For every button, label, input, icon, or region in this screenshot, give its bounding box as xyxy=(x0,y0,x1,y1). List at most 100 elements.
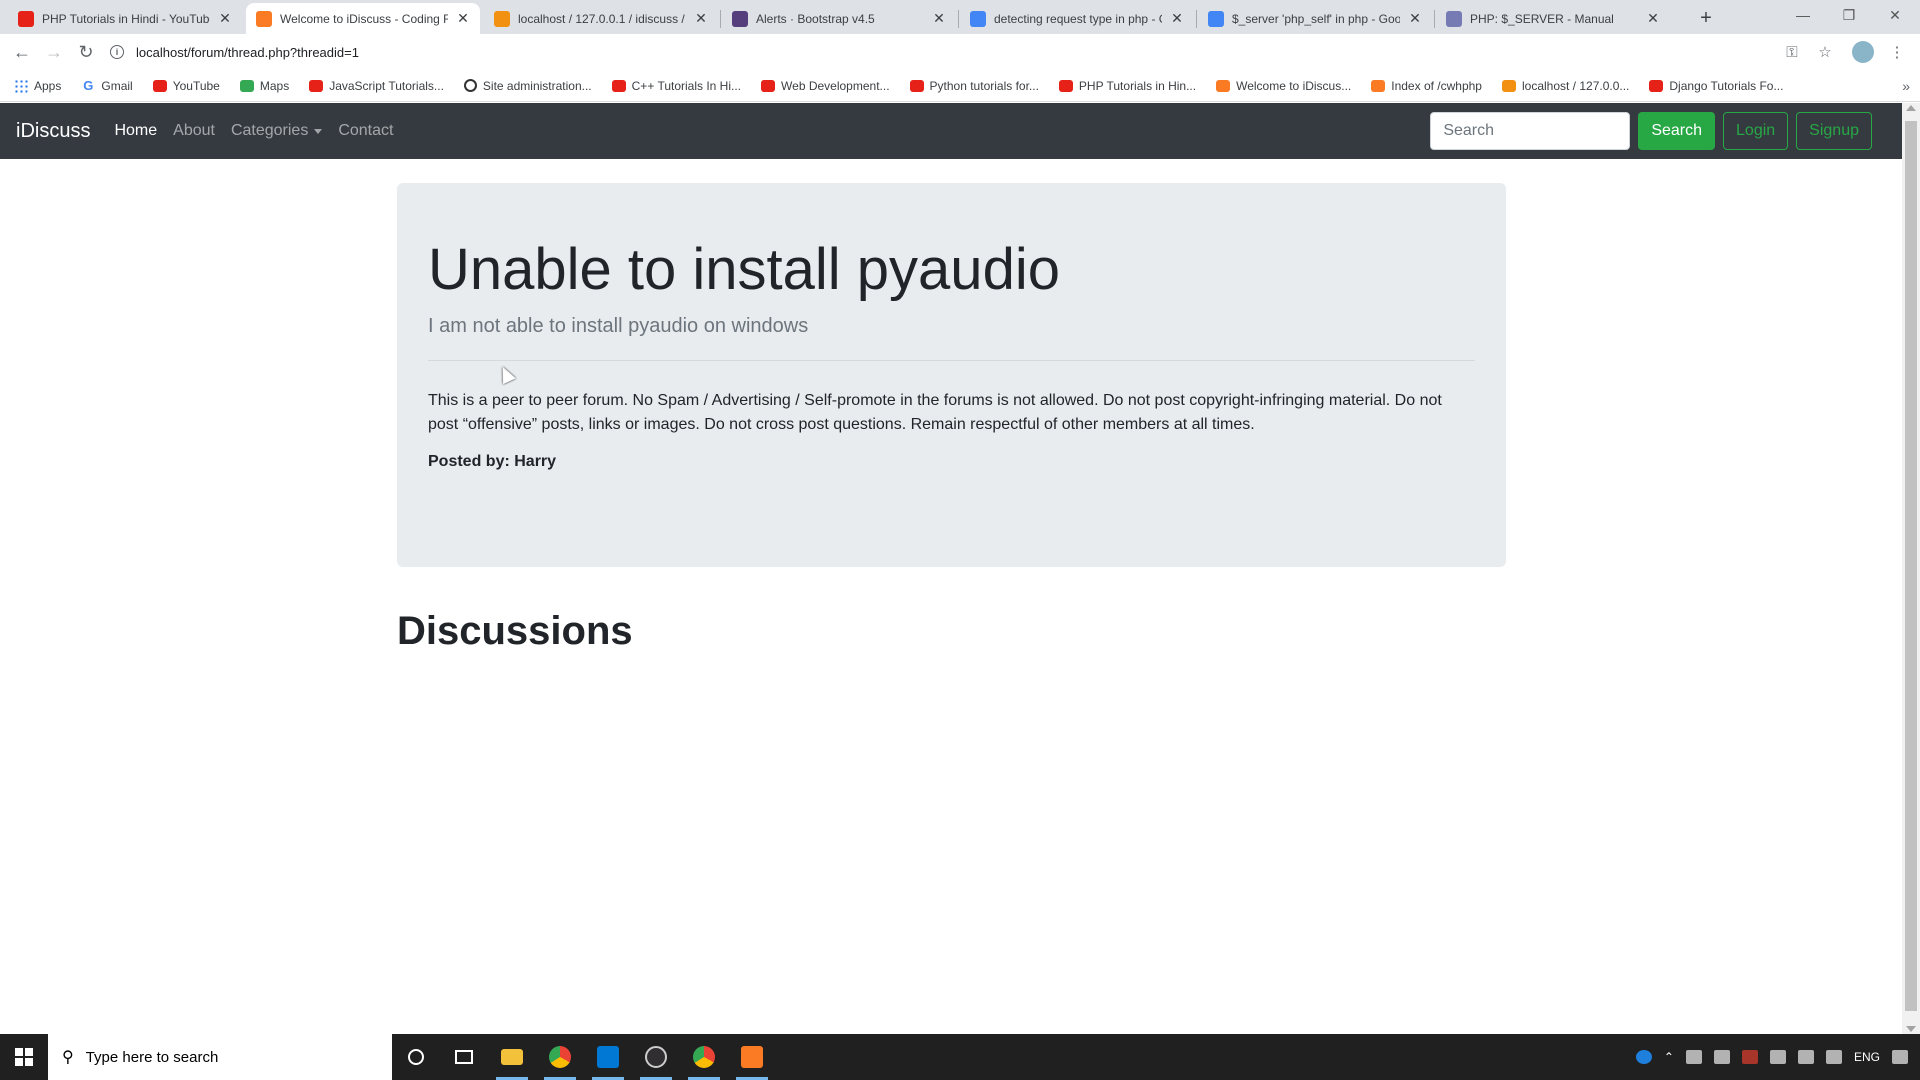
navbar-actions: Search Login Signup xyxy=(1430,112,1872,150)
bookmark-item[interactable]: G Gmail xyxy=(81,78,132,93)
tab-title: PHP Tutorials in Hindi - YouTube xyxy=(42,11,210,26)
nav-home[interactable]: Home xyxy=(114,122,157,140)
page-scrollbar[interactable] xyxy=(1902,103,1920,1034)
nav-categories-dropdown[interactable]: Categories xyxy=(230,122,323,140)
bookmark-label: Web Development... xyxy=(781,78,890,93)
new-tab-button[interactable]: + xyxy=(1692,5,1720,31)
start-button[interactable] xyxy=(0,1034,48,1080)
tab-title: Welcome to iDiscuss - Coding Fo xyxy=(280,11,448,26)
tab-title: localhost / 127.0.0.1 / idiscuss / t xyxy=(518,11,686,26)
windows-taskbar: ⚲ Type here to search ⌃ ENG xyxy=(0,1034,1920,1080)
profile-avatar[interactable] xyxy=(1850,39,1876,65)
notification-icon[interactable] xyxy=(1892,1050,1908,1064)
microphone-icon[interactable] xyxy=(1685,1050,1702,1064)
signup-button[interactable]: Signup xyxy=(1796,112,1872,150)
bookmark-item[interactable]: JavaScript Tutorials... xyxy=(309,79,444,93)
browser-toolbar: ← → ↻ i localhost/forum/thread.php?threa… xyxy=(0,34,1920,70)
pen-icon[interactable] xyxy=(1825,1050,1842,1064)
windows-logo-icon xyxy=(15,1048,33,1066)
info-icon[interactable]: i xyxy=(110,45,124,59)
browser-tab[interactable]: $_server 'php_self' in php - Goog ✕ xyxy=(1198,3,1432,34)
bookmark-item[interactable]: Apps xyxy=(14,78,61,93)
bookmark-item[interactable]: localhost / 127.0.0... xyxy=(1501,79,1629,93)
bookmark-item[interactable]: PHP Tutorials in Hin... xyxy=(1058,79,1196,93)
bookmark-xampp-icon xyxy=(1371,79,1386,92)
nav-contact[interactable]: Contact xyxy=(338,122,393,140)
browser-tab[interactable]: Welcome to iDiscuss - Coding Fo ✕ xyxy=(246,3,480,34)
tab-close-icon[interactable]: ✕ xyxy=(932,10,946,27)
more-bookmarks-icon[interactable]: » xyxy=(1902,78,1910,94)
youtube-icon xyxy=(18,10,34,27)
bookmark-yt-icon xyxy=(611,79,626,92)
forward-icon[interactable]: → xyxy=(40,39,68,65)
thread-jumbotron: Unable to install pyaudio I am not able … xyxy=(397,183,1506,567)
antivirus-icon[interactable] xyxy=(1741,1050,1758,1064)
address-bar[interactable]: i localhost/forum/thread.php?threadid=1 xyxy=(110,38,1790,66)
tab-title: PHP: $_SERVER - Manual xyxy=(1470,11,1614,26)
taskbar-search[interactable]: ⚲ Type here to search xyxy=(48,1034,392,1080)
search-button[interactable]: Search xyxy=(1638,112,1716,150)
bookmark-label: Django Tutorials Fo... xyxy=(1669,78,1784,93)
search-input[interactable] xyxy=(1430,112,1631,150)
url-text[interactable]: localhost/forum/thread.php?threadid=1 xyxy=(136,45,359,60)
bookmark-yt-icon xyxy=(761,79,776,92)
wifi-icon[interactable] xyxy=(1797,1050,1814,1064)
bookmark-item[interactable]: Maps xyxy=(239,79,289,93)
battery-icon[interactable] xyxy=(1713,1050,1730,1064)
bookmark-item[interactable]: Site administration... xyxy=(463,78,592,93)
bookmark-item[interactable]: Django Tutorials Fo... xyxy=(1649,79,1783,93)
back-icon[interactable]: ← xyxy=(8,39,36,65)
key-icon[interactable]: ⚿ xyxy=(1779,39,1805,65)
obs-icon[interactable] xyxy=(632,1034,680,1080)
scroll-thumb[interactable] xyxy=(1905,121,1917,1011)
tab-close-icon[interactable]: ✕ xyxy=(1170,10,1184,27)
browser-tab[interactable]: PHP Tutorials in Hindi - YouTube ✕ xyxy=(8,3,242,34)
bookmark-yt-icon xyxy=(909,79,924,92)
bookmark-item[interactable]: Index of /cwhphp xyxy=(1371,79,1482,93)
chrome-icon[interactable] xyxy=(536,1034,584,1080)
browser-tab[interactable]: PHP: $_SERVER - Manual ✕ xyxy=(1436,3,1670,34)
tab-close-icon[interactable]: ✕ xyxy=(456,10,470,27)
google-icon xyxy=(970,10,986,27)
browser-tab[interactable]: localhost / 127.0.0.1 / idiscuss / t ✕ xyxy=(484,3,718,34)
help-icon[interactable] xyxy=(1635,1050,1652,1064)
chrome-profile-icon[interactable] xyxy=(680,1034,728,1080)
bookmark-item[interactable]: Web Development... xyxy=(761,79,890,93)
language-indicator[interactable]: ENG xyxy=(1854,1050,1880,1064)
restore-button[interactable]: ❐ xyxy=(1826,0,1872,30)
task-view-icon[interactable] xyxy=(440,1034,488,1080)
close-window-button[interactable]: ✕ xyxy=(1872,0,1918,30)
bookmark-item[interactable]: C++ Tutorials In Hi... xyxy=(611,79,741,93)
bookmark-item[interactable]: Welcome to iDiscus... xyxy=(1216,79,1351,93)
file-explorer-icon[interactable] xyxy=(488,1034,536,1080)
nav-categories-label: Categories xyxy=(230,122,309,139)
bookmark-star-icon[interactable]: ☆ xyxy=(1812,39,1838,65)
tab-close-icon[interactable]: ✕ xyxy=(218,10,232,27)
scroll-up-icon[interactable] xyxy=(1906,105,1916,111)
minimize-button[interactable]: — xyxy=(1780,0,1826,30)
page-content: Unable to install pyaudio I am not able … xyxy=(0,159,1902,1034)
bookmark-item[interactable]: Python tutorials for... xyxy=(909,78,1039,93)
nav-about[interactable]: About xyxy=(173,122,215,140)
bootstrap-icon xyxy=(732,10,748,27)
tab-title: Alerts · Bootstrap v4.5 xyxy=(756,11,875,26)
menu-icon[interactable]: ⋮ xyxy=(1884,39,1910,65)
browser-tab[interactable]: detecting request type in php - G ✕ xyxy=(960,3,1194,34)
bookmark-label: Python tutorials for... xyxy=(929,78,1039,93)
cortana-icon[interactable] xyxy=(392,1034,440,1080)
scroll-down-icon[interactable] xyxy=(1906,1026,1916,1032)
tab-close-icon[interactable]: ✕ xyxy=(694,10,708,27)
bookmark-item[interactable]: YouTube xyxy=(152,79,220,93)
browser-tab[interactable]: Alerts · Bootstrap v4.5 ✕ xyxy=(722,3,956,34)
vscode-icon[interactable] xyxy=(584,1034,632,1080)
tab-close-icon[interactable]: ✕ xyxy=(1646,10,1660,27)
xampp-icon[interactable] xyxy=(728,1034,776,1080)
tab-close-icon[interactable]: ✕ xyxy=(1408,10,1422,27)
bookmark-label: Site administration... xyxy=(482,78,592,93)
login-button[interactable]: Login xyxy=(1723,112,1789,150)
show-hidden-icons[interactable]: ⌃ xyxy=(1664,1050,1674,1064)
volume-icon[interactable] xyxy=(1769,1050,1786,1064)
brand-logo[interactable]: iDiscuss xyxy=(16,120,90,143)
reload-icon[interactable]: ↻ xyxy=(72,39,100,65)
posted-by: Posted by: Harry xyxy=(428,452,557,470)
